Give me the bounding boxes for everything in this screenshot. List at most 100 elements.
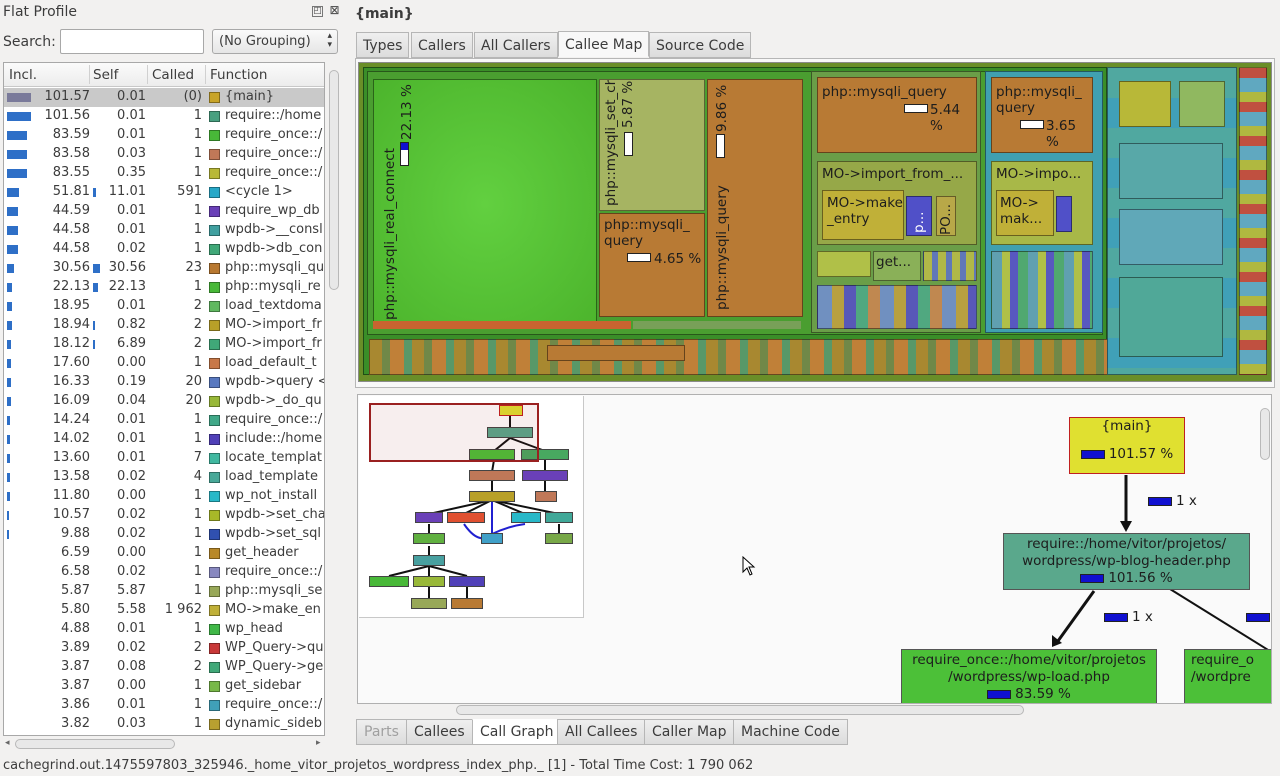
table-row[interactable]: 101.57 0.01 (0) {main} [4,88,324,107]
cell-self: 6.89 [117,336,146,351]
table-row[interactable]: 44.58 0.02 1 wpdb->db_con [4,240,324,259]
cell-function: include::/home [225,431,323,446]
table-row[interactable]: 6.58 0.02 1 require_once::/ [4,563,324,582]
table-row[interactable]: 14.24 0.01 1 require_once::/ [4,411,324,430]
table-row[interactable]: 18.94 0.82 2 MO->import_fr [4,316,324,335]
table-row[interactable]: 22.13 22.13 1 php::mysqli_re [4,278,324,297]
table-row[interactable]: 18.95 0.01 2 load_textdoma [4,297,324,316]
treemap-bottom-strip[interactable] [369,339,1109,375]
status-bar: cachegrind.out.1475597803_325946._home_v… [0,756,1280,776]
table-row[interactable]: 17.60 0.00 1 load_default_t [4,354,324,373]
table-row[interactable]: 101.56 0.01 1 require::/home [4,107,324,126]
query-c-bar [904,104,928,113]
table-row[interactable]: 44.59 0.01 1 require_wp_db [4,202,324,221]
table-row[interactable]: 3.82 0.03 1 dynamic_sideb [4,715,324,734]
table-row[interactable]: 5.80 5.58 1 962 MO->make_en [4,601,324,620]
tab-callers[interactable]: Callers [411,32,473,58]
treemap-query-a[interactable]: php::mysqli_ query 4.65 % [599,213,705,317]
grouping-select[interactable]: (No Grouping) ▴ ▾ [212,29,338,54]
table-row[interactable]: 83.59 0.01 1 require_once::/ [4,126,324,145]
table-row[interactable]: 83.55 0.35 1 require_once::/ [4,164,324,183]
cell-function: require_once::/ [225,564,323,579]
tab-machine-code[interactable]: Machine Code [733,719,848,745]
graph-vscroll-thumb[interactable] [1260,408,1270,460]
cell-function: WP_Query->qu [225,640,324,655]
treemap-query-d[interactable]: php::mysqli_ query 3.65 % [991,77,1093,153]
tab-types[interactable]: Types [356,32,410,58]
table-vscroll-thumb[interactable] [329,70,339,290]
incl-bar [7,530,9,539]
cell-incl: 22.13 [52,279,90,294]
tab-callee-map[interactable]: Callee Map [558,31,650,57]
table-row[interactable]: 18.12 6.89 2 MO->import_fr [4,335,324,354]
tab-call-graph[interactable]: Call Graph [472,719,562,745]
cell-called: 591 [177,184,202,199]
table-row[interactable]: 83.58 0.03 1 require_once::/ [4,145,324,164]
incl-bar [7,340,11,349]
graph-hscroll-thumb[interactable] [456,705,1024,715]
table-row[interactable]: 5.87 5.87 1 php::mysqli_se [4,582,324,601]
tab-parts[interactable]: Parts [356,719,407,745]
table-row[interactable]: 13.60 0.01 7 locate_templat [4,449,324,468]
search-input[interactable] [60,29,204,54]
dock-splitter[interactable] [346,0,352,756]
cell-self: 0.01 [117,222,146,237]
table-row[interactable]: 51.81 11.01 591 <cycle 1> [4,183,324,202]
cell-incl: 83.59 [52,127,90,142]
cell-incl: 3.87 [61,659,90,674]
table-row[interactable]: 10.57 0.02 1 wpdb->set_cha [4,506,324,525]
table-row[interactable]: 9.88 0.02 1 wpdb->set_sql [4,525,324,544]
scroll-left-icon[interactable]: ◂ [5,738,10,748]
callee-treemap[interactable]: php::mysqli_real_connect 22.13 % php::my… [358,62,1272,382]
graph-node-wp-load[interactable]: require_once::/home/vitor/projetos /word… [901,649,1157,703]
cell-self: 30.56 [108,260,146,275]
table-row[interactable]: 44.58 0.01 1 wpdb->__consl [4,221,324,240]
table-row[interactable]: 6.59 0.00 1 get_header [4,544,324,563]
treemap-import-a[interactable]: MO->import_from_... MO->make _entry p...… [817,161,977,245]
tab-caller-map[interactable]: Caller Map [644,719,735,745]
node-main-bar [1080,449,1105,459]
treemap-set-charset[interactable]: php::mysqli_set_charset 5.87 % [599,79,705,211]
table-row[interactable]: 16.33 0.19 20 wpdb->query < [4,373,324,392]
table-row[interactable]: 4.88 0.01 1 wp_head [4,620,324,639]
cell-incl: 6.58 [61,564,90,579]
table-row[interactable]: 30.56 30.56 23 php::mysqli_qu [4,259,324,278]
flat-profile-table[interactable]: Incl. Self Called Function 101.57 0.01 (0)… [3,62,325,736]
cell-self: 0.01 [117,697,146,712]
treemap-query-b[interactable]: php::mysqli_query 9.86 % [707,79,803,317]
overview-viewport[interactable] [369,403,539,462]
col-incl[interactable]: Incl. [9,67,37,83]
table-row[interactable]: 13.58 0.02 4 load_template [4,468,324,487]
col-called[interactable]: Called [152,67,194,83]
cell-called: 1 [193,678,202,693]
cell-function: WP_Query->ge [225,659,324,674]
tab-all-callees[interactable]: All Callees [557,719,646,745]
scroll-right-icon[interactable]: ▸ [316,738,321,748]
table-row[interactable]: 3.87 0.00 1 get_sidebar [4,677,324,696]
table-row[interactable]: 14.02 0.01 1 include::/home [4,430,324,449]
col-self[interactable]: Self [93,67,118,83]
pane-splitter[interactable] [355,388,1275,393]
close-icon[interactable]: ⊠ [329,4,340,17]
tab-all-callers[interactable]: All Callers [474,32,558,58]
cell-called: 1 [193,583,202,598]
table-row[interactable]: 16.09 0.04 20 wpdb->_do_qu [4,392,324,411]
table-hscroll-thumb[interactable] [15,739,175,749]
cell-self: 0.02 [117,469,146,484]
graph-node-main[interactable]: {main} 101.57 % [1069,417,1185,474]
call-graph-view[interactable]: {main} 101.57 % 1 x require::/home/vitor… [357,394,1272,704]
col-function[interactable]: Function [210,67,267,83]
treemap-import-b[interactable]: MO->impo... MO-> mak... [991,161,1093,245]
treemap-real-connect[interactable]: php::mysqli_real_connect 22.13 % [373,79,597,329]
treemap-query-c[interactable]: php::mysqli_query 5.44 % [817,77,977,153]
graph-overview-panner[interactable] [359,396,584,618]
table-row[interactable]: 11.80 0.00 1 wp_not_install [4,487,324,506]
cell-function: load_default_t [225,355,317,370]
graph-node-blog-header[interactable]: require::/home/vitor/projetos/ wordpress… [1003,533,1250,590]
table-row[interactable]: 3.89 0.02 2 WP_Query->qu [4,639,324,658]
tab-source-code[interactable]: Source Code [649,32,752,58]
table-row[interactable]: 3.87 0.08 2 WP_Query->ge [4,658,324,677]
tab-callees[interactable]: Callees [406,719,473,745]
float-icon[interactable]: ◰ [312,6,323,17]
table-row[interactable]: 3.86 0.01 1 require_once::/ [4,696,324,715]
